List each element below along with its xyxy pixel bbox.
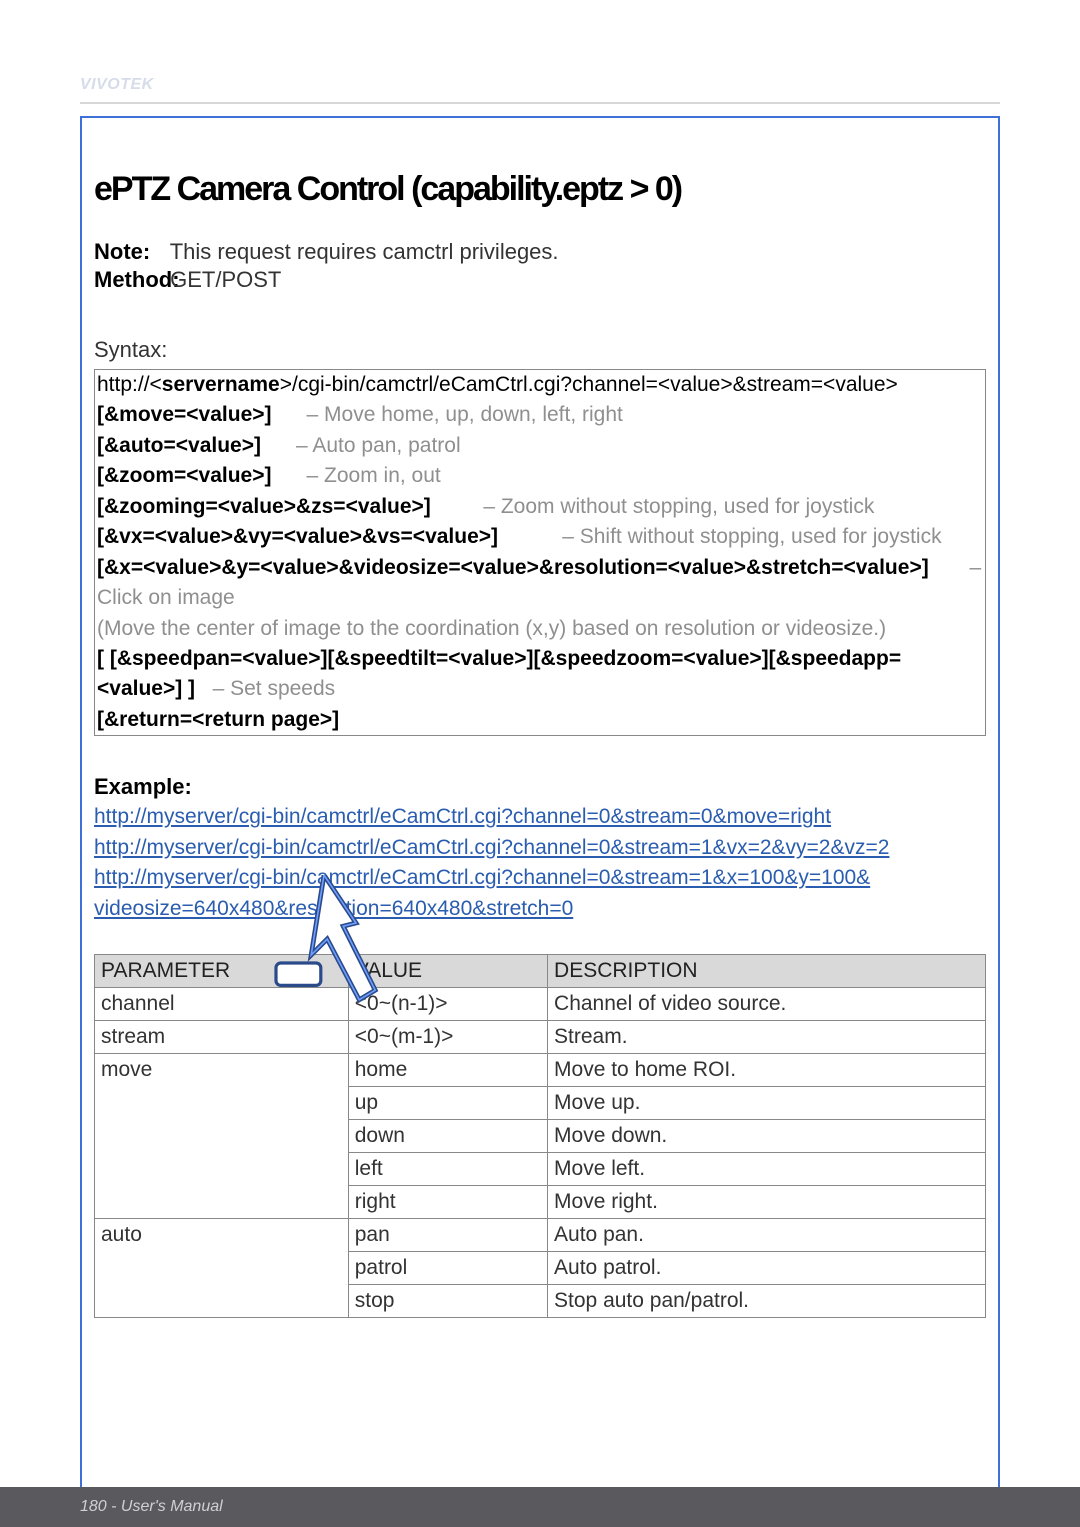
desc-cell: Channel of video source. (548, 988, 986, 1021)
param-cell: channel (95, 988, 349, 1021)
desc-cell: Move left. (548, 1153, 986, 1186)
zoom-opt: [&zoom=<value>] (97, 464, 271, 487)
value-cell: home (348, 1054, 547, 1087)
param-cell: stream (95, 1021, 349, 1054)
speed-value: value (109, 677, 163, 700)
parameter-table: PARAMETER VALUE DESCRIPTION channel <0~(… (94, 954, 986, 1318)
syntax-url-server: servername (162, 373, 280, 396)
vxvyvs-opt: [&vx=<value>&vy=<value>&vs=<value>] (97, 525, 498, 548)
speed-desc: – Set speeds (213, 677, 336, 700)
example-link-2[interactable]: http://myserver/cgi-bin/camctrl/eCamCtrl… (94, 833, 986, 863)
desc-cell: Stream. (548, 1021, 986, 1054)
value-cell: left (348, 1153, 547, 1186)
example-link-3a[interactable]: http://myserver/cgi-bin/camctrl/eCamCtrl… (94, 863, 986, 893)
top-whitespace (0, 0, 1080, 70)
desc-cell: Move right. (548, 1186, 986, 1219)
example-label: Example: (94, 774, 986, 800)
desc-cell: Move to home ROI. (548, 1054, 986, 1087)
syntax-url-row: http://<servername>/cgi-bin/camctrl/eCam… (95, 370, 985, 400)
col-parameter: PARAMETER (95, 955, 349, 988)
example-link-1[interactable]: http://myserver/cgi-bin/camctrl/eCamCtrl… (94, 802, 986, 832)
syntax-vxvyvs-row: [&vx=<value>&vy=<value>&vs=<value>] – Sh… (95, 522, 985, 552)
speed-rest: >] ] (163, 677, 195, 700)
desc-cell: Auto patrol. (548, 1252, 986, 1285)
value-cell: up (348, 1087, 547, 1120)
move-opt: [&move=<value>] (97, 403, 272, 426)
table-header-row: PARAMETER VALUE DESCRIPTION (95, 955, 986, 988)
desc-cell: Move up. (548, 1087, 986, 1120)
page-root: VIVOTEK ePTZ Camera Control (capability.… (0, 0, 1080, 1527)
value-cell: pan (348, 1219, 547, 1252)
table-row: stream <0~(m-1)> Stream. (95, 1021, 986, 1054)
desc-cell: Stop auto pan/patrol. (548, 1285, 986, 1318)
param-cell: auto (95, 1219, 349, 1318)
table-row: channel <0~(n-1)> Channel of video sourc… (95, 988, 986, 1021)
syntax-box: http://<servername>/cgi-bin/camctrl/eCam… (94, 369, 986, 736)
note-line: Note: This request requires camctrl priv… (94, 239, 986, 265)
content-frame: ePTZ Camera Control (capability.eptz > 0… (80, 116, 1000, 1512)
return-opt: [&return=<return page>] (97, 708, 339, 731)
syntax-return-row: [&return=<return page>] (95, 705, 985, 735)
syntax-auto-row: [&auto=<value>] – Auto pan, patrol (95, 431, 985, 461)
value-cell: patrol (348, 1252, 547, 1285)
section-title: ePTZ Camera Control (capability.eptz > 0… (94, 170, 986, 209)
example-link-3b[interactable]: videosize=640x480&resolution=640x480&str… (94, 894, 986, 924)
desc-cell: Auto pan. (548, 1219, 986, 1252)
syntax-zoom-row: [&zoom=<value>] – Zoom in, out (95, 461, 985, 491)
syntax-url-rest: >/cgi-bin/camctrl/eCamCtrl.cgi?channel=<… (280, 373, 898, 396)
syntax-zooming-row: [&zooming=<value>&zs=<value>] – Zoom wit… (95, 492, 985, 522)
move-desc: – Move home, up, down, left, right (307, 403, 623, 426)
table-row: move home Move to home ROI. (95, 1054, 986, 1087)
value-cell: stop (348, 1285, 547, 1318)
syntax-url-prefix: http://< (97, 373, 162, 396)
col-value: VALUE (348, 955, 547, 988)
col-description: DESCRIPTION (548, 955, 986, 988)
header-rule (80, 102, 1000, 104)
auto-desc: – Auto pan, patrol (296, 434, 461, 457)
xy-opt: [&x=<value>&y=<value>&videosize=<value>&… (97, 556, 929, 579)
zoom-desc: – Zoom in, out (307, 464, 441, 487)
note-text: This request requires camctrl privileges… (170, 239, 559, 264)
auto-opt: [&auto=<value>] (97, 434, 261, 457)
syntax-xy-row: [&x=<value>&y=<value>&videosize=<value>&… (95, 553, 985, 614)
syntax-move-row: [&move=<value>] – Move home, up, down, l… (95, 400, 985, 430)
value-cell: down (348, 1120, 547, 1153)
value-cell: <0~(n-1)> (348, 988, 547, 1021)
value-cell: <0~(m-1)> (348, 1021, 547, 1054)
syntax-label: Syntax: (94, 337, 986, 363)
page-footer: 180 - User's Manual (0, 1487, 1080, 1527)
note-label: Note: (94, 239, 164, 265)
zooming-desc: – Zoom without stopping, used for joysti… (483, 495, 874, 518)
desc-cell: Move down. (548, 1120, 986, 1153)
table-row: auto pan Auto pan. (95, 1219, 986, 1252)
syntax-speed-row: [ [&speedpan=<value>][&speedtilt=<value>… (95, 644, 985, 705)
param-cell: move (95, 1054, 349, 1219)
value-cell: right (348, 1186, 547, 1219)
brand-header: VIVOTEK (0, 70, 1080, 102)
vxvyvs-desc: – Shift without stopping, used for joyst… (562, 525, 941, 548)
syntax-xy-note: (Move the center of image to the coordin… (95, 614, 985, 644)
method-label: Method: (94, 267, 164, 293)
zooming-opt: [&zooming=<value>&zs=<value>] (97, 495, 431, 518)
method-line: Method: GET/POST (94, 267, 986, 293)
method-text: GET/POST (170, 267, 281, 292)
